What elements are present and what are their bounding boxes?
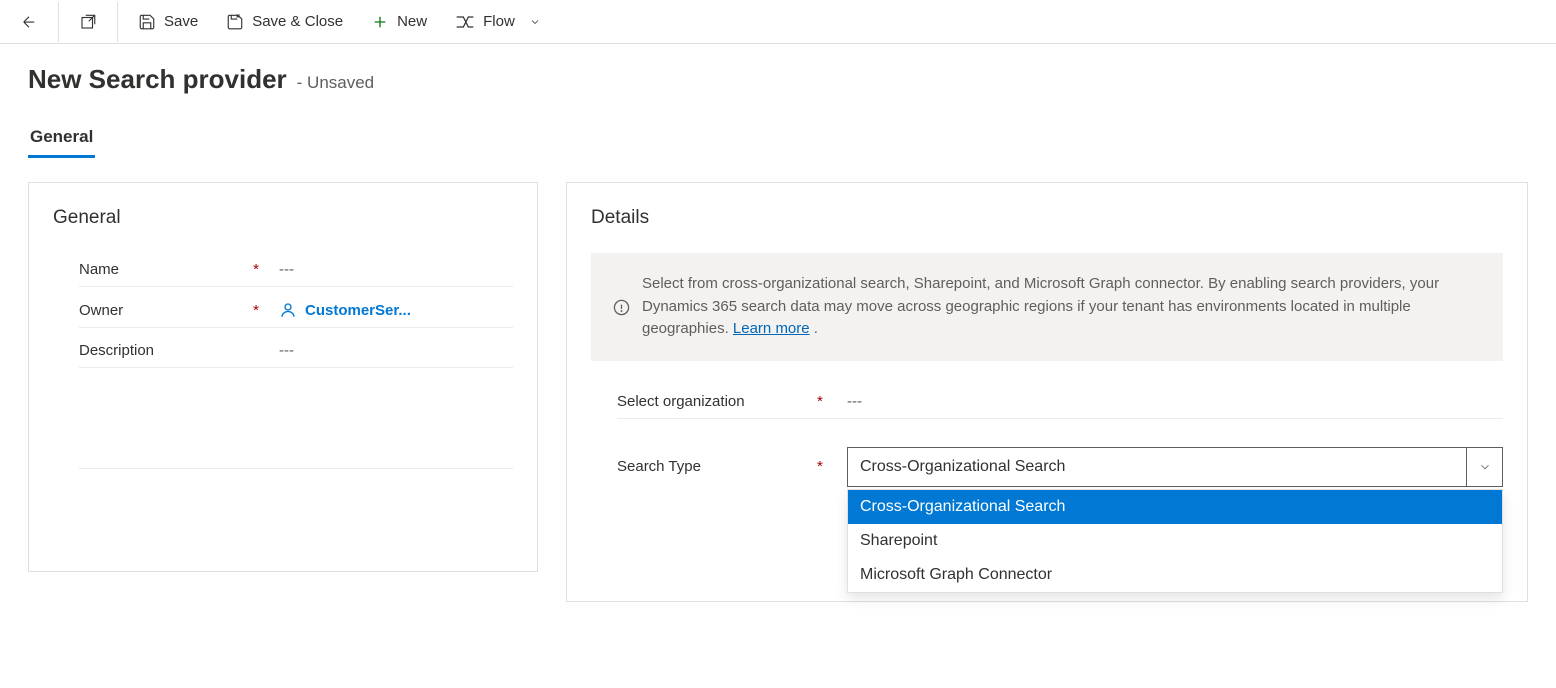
save-icon (138, 13, 156, 31)
description-label: Description (79, 342, 279, 359)
save-close-icon (226, 13, 244, 31)
dropdown-option[interactable]: Cross-Organizational Search (848, 490, 1502, 524)
dropdown-option[interactable]: Microsoft Graph Connector (848, 558, 1502, 592)
divider (79, 468, 513, 469)
owner-field[interactable]: Owner * CustomerSer... (79, 293, 513, 328)
save-label: Save (164, 13, 198, 30)
required-indicator: * (253, 302, 259, 319)
details-panel: Details Select from cross-organizational… (566, 182, 1528, 602)
popout-button[interactable] (67, 2, 109, 42)
select-org-label: Select organization (617, 393, 817, 410)
description-field[interactable]: Description --- (79, 334, 513, 368)
flow-label: Flow (483, 13, 515, 30)
back-button[interactable] (8, 2, 50, 42)
search-type-dropdown: Cross-Organizational Search Sharepoint M… (847, 489, 1503, 593)
owner-value[interactable]: CustomerSer... (279, 301, 513, 319)
new-label: New (397, 13, 427, 30)
tab-general-label: General (30, 127, 93, 146)
toolbar-separator (58, 2, 59, 42)
command-bar: Save Save & Close New Flow (0, 0, 1556, 44)
chevron-down-icon (1466, 448, 1502, 486)
page-header: New Search provider - Unsaved (28, 64, 1528, 95)
page-title: New Search provider (28, 64, 287, 95)
tab-general[interactable]: General (28, 119, 95, 157)
general-panel-title: General (53, 207, 513, 229)
search-type-field: Search Type * Cross-Organizational Searc… (617, 439, 1503, 495)
person-icon (279, 301, 297, 319)
select-organization-field[interactable]: Select organization * --- (617, 385, 1503, 419)
select-org-value[interactable]: --- (847, 393, 1503, 410)
owner-label: Owner * (79, 302, 279, 319)
general-panel: General Name * --- Owner * (28, 182, 538, 572)
tab-list: General (28, 119, 1528, 158)
info-icon (613, 275, 630, 341)
toolbar-separator (117, 2, 118, 42)
required-indicator: * (253, 261, 259, 278)
flow-icon (455, 13, 475, 31)
save-close-button[interactable]: Save & Close (214, 2, 355, 42)
info-banner: Select from cross-organizational search,… (591, 253, 1503, 361)
flow-button[interactable]: Flow (443, 2, 553, 42)
search-type-select[interactable]: Cross-Organizational Search (847, 447, 1503, 487)
plus-icon (371, 13, 389, 31)
learn-more-link[interactable]: Learn more (733, 320, 810, 337)
page-content: New Search provider - Unsaved General Ge… (0, 44, 1556, 622)
details-panel-title: Details (591, 207, 1503, 229)
page-status: - Unsaved (297, 73, 374, 93)
description-value[interactable]: --- (279, 342, 513, 359)
dropdown-option[interactable]: Sharepoint (848, 524, 1502, 558)
search-type-selected-value: Cross-Organizational Search (860, 458, 1065, 476)
name-label: Name * (79, 261, 279, 278)
new-button[interactable]: New (359, 2, 439, 42)
required-indicator: * (817, 458, 847, 475)
save-button[interactable]: Save (126, 2, 210, 42)
required-indicator: * (817, 393, 847, 410)
name-field[interactable]: Name * --- (79, 253, 513, 287)
name-value[interactable]: --- (279, 261, 513, 278)
arrow-left-icon (20, 13, 38, 31)
search-type-select-wrap: Cross-Organizational Search Cross-Organi… (847, 447, 1503, 487)
form-panels: General Name * --- Owner * (28, 182, 1528, 602)
search-type-label: Search Type (617, 458, 817, 475)
save-close-label: Save & Close (252, 13, 343, 30)
chevron-down-icon (529, 16, 541, 28)
popout-icon (79, 13, 97, 31)
info-text: Select from cross-organizational search,… (642, 273, 1481, 341)
